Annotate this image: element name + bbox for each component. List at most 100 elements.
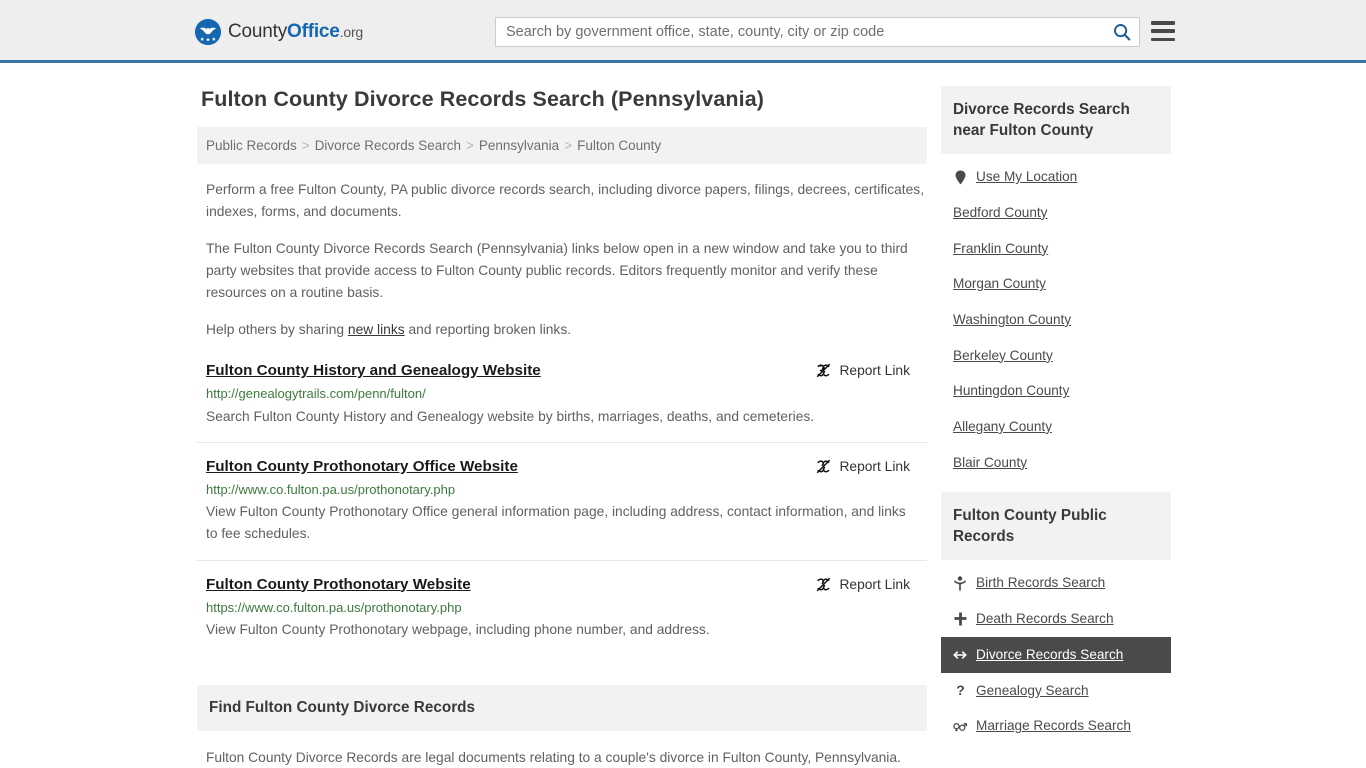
site-logo-text: CountyOffice.org xyxy=(228,21,363,43)
logo-text-county: County xyxy=(228,21,288,42)
link-result-title[interactable]: Fulton County History and Genealogy Webs… xyxy=(206,361,541,382)
sidebar-item-allegany-county[interactable]: Allegany County xyxy=(941,409,1171,445)
sidebar-item-label: Morgan County xyxy=(953,276,1046,292)
intro-paragraph-2: The Fulton County Divorce Records Search… xyxy=(206,240,908,301)
sidebar-item-label: Death Records Search xyxy=(976,611,1114,627)
sidebar-item-label: Washington County xyxy=(953,311,1072,327)
sidebar-item-label: Berkeley County xyxy=(953,347,1053,363)
find-records-section: Find Fulton County Divorce Records Fulto… xyxy=(197,685,927,768)
page-title: Fulton County Divorce Records Search (Pe… xyxy=(201,87,765,111)
sidebar-item-birth-records-search[interactable]: Birth Records Search xyxy=(941,565,1171,601)
link-result-description: View Fulton County Prothonotary Office g… xyxy=(206,504,906,542)
sidebar-item-label: Divorce Records Search xyxy=(976,646,1124,662)
content-container: Fulton County Divorce Records Search (Pe… xyxy=(196,86,1171,768)
public-records-card: Fulton County Public Records Birth Recor… xyxy=(941,492,1171,744)
link-result-item: Fulton County Prothonotary Office Websit… xyxy=(197,457,927,561)
find-records-heading: Find Fulton County Divorce Records xyxy=(197,685,927,732)
link-result-url[interactable]: http://genealogytrails.com/penn/fulton/ xyxy=(206,385,918,403)
sidebar-item-washington-county[interactable]: Washington County xyxy=(941,302,1171,338)
sidebar-item-genealogy-search[interactable]: ? Genealogy Search xyxy=(941,673,1171,709)
sidebar-item-label: Allegany County xyxy=(953,418,1052,434)
sidebar-item-berkeley-county[interactable]: Berkeley County xyxy=(941,338,1171,374)
breadcrumb-separator: > xyxy=(301,137,310,153)
breadcrumb-item-fulton-county[interactable]: Fulton County xyxy=(577,138,661,153)
search-icon xyxy=(1113,23,1131,41)
cross-icon xyxy=(953,612,967,626)
sidebar-item-blair-county[interactable]: Blair County xyxy=(941,445,1171,481)
report-link-button[interactable]: Report Link xyxy=(815,362,918,379)
broken-link-icon xyxy=(815,362,832,379)
sidebar-item-label: Birth Records Search xyxy=(976,575,1106,591)
sidebar-item-label: Use My Location xyxy=(976,169,1078,185)
sidebar-item-death-records-search[interactable]: Death Records Search xyxy=(941,601,1171,637)
breadcrumb-item-pennsylvania[interactable]: Pennsylvania xyxy=(479,138,559,153)
question-mark-icon: ? xyxy=(953,683,967,698)
share-text-after: and reporting broken links. xyxy=(404,321,572,337)
breadcrumb: Public Records > Divorce Records Search > Pe… xyxy=(197,126,927,164)
svg-text:?: ? xyxy=(956,683,965,698)
link-results-list: Fulton County History and Genealogy Webs… xyxy=(197,361,927,655)
breadcrumb-separator: > xyxy=(466,137,474,153)
hamburger-bar xyxy=(1151,29,1175,33)
sidebar-item-label: Bedford County xyxy=(953,204,1048,220)
nearby-searches-card: Divorce Records Search near Fulton Count… xyxy=(941,86,1171,480)
link-result-title[interactable]: Fulton County Prothonotary Website xyxy=(206,575,471,596)
breadcrumb-item-public-records[interactable]: Public Records xyxy=(206,138,297,153)
search-input[interactable] xyxy=(496,18,1105,46)
nearby-searches-list: Use My Location Bedford County Franklin … xyxy=(941,154,1171,480)
report-link-button[interactable]: Report Link xyxy=(815,576,918,593)
sidebar-item-divorce-records-search[interactable]: Divorce Records Search xyxy=(941,636,1171,673)
hamburger-menu-icon[interactable] xyxy=(1151,21,1175,41)
public-records-list: Birth Records Search Death Records Searc… xyxy=(941,560,1171,743)
nearby-searches-heading: Divorce Records Search near Fulton Count… xyxy=(941,86,1171,155)
intro-paragraph-1: Perform a free Fulton County, PA public … xyxy=(206,181,925,220)
link-result-header: Fulton County Prothonotary Office Websit… xyxy=(206,457,918,478)
sidebar-item-label: Genealogy Search xyxy=(976,682,1089,698)
link-result-header: Fulton County History and Genealogy Webs… xyxy=(206,361,918,382)
search-button[interactable] xyxy=(1105,18,1139,46)
broken-link-icon xyxy=(815,576,832,593)
report-link-button[interactable]: Report Link xyxy=(815,458,918,475)
logo-text-org: .org xyxy=(339,24,364,40)
main-column: Fulton County Divorce Records Search (Pe… xyxy=(197,86,927,768)
breadcrumb-separator: > xyxy=(564,137,573,153)
sidebar-item-label: Franklin County xyxy=(953,240,1049,256)
public-records-heading: Fulton County Public Records xyxy=(941,492,1171,561)
sidebar-item-label: Marriage Records Search xyxy=(976,718,1131,734)
link-result-title[interactable]: Fulton County Prothonotary Office Websit… xyxy=(206,457,518,478)
logo-text-office: Office xyxy=(287,21,340,42)
find-records-body: Fulton County Divorce Records are legal … xyxy=(206,750,901,766)
sidebar-item-huntingdon-county[interactable]: Huntingdon County xyxy=(941,373,1171,409)
report-link-label: Report Link xyxy=(839,458,910,474)
page-body: Fulton County Divorce Records Search (Pe… xyxy=(0,63,1366,768)
sidebar-item-franklin-county[interactable]: Franklin County xyxy=(941,231,1171,267)
sidebar-item-use-my-location[interactable]: Use My Location xyxy=(941,159,1171,195)
new-links-link[interactable]: new links xyxy=(348,322,405,337)
hamburger-bar xyxy=(1151,21,1175,25)
sidebar: Divorce Records Search near Fulton Count… xyxy=(941,86,1171,768)
breadcrumb-item-divorce-records-search[interactable]: Divorce Records Search xyxy=(315,138,461,153)
sidebar-item-label: Blair County xyxy=(953,454,1028,470)
baby-icon xyxy=(953,576,967,591)
report-link-label: Report Link xyxy=(839,362,910,378)
sidebar-item-marriage-records-search[interactable]: Marriage Records Search xyxy=(941,708,1171,744)
link-result-url[interactable]: https://www.co.fulton.pa.us/prothonotary… xyxy=(206,599,918,617)
sidebar-item-label: Huntingdon County xyxy=(953,383,1070,399)
sidebar-item-morgan-county[interactable]: Morgan County xyxy=(941,266,1171,302)
hamburger-bar xyxy=(1151,37,1175,41)
sidebar-item-bedford-county[interactable]: Bedford County xyxy=(941,195,1171,231)
link-result-item: Fulton County History and Genealogy Webs… xyxy=(197,361,927,443)
arrows-left-right-icon xyxy=(953,649,967,661)
link-result-description: View Fulton County Prothonotary webpage,… xyxy=(206,622,710,638)
link-result-url[interactable]: http://www.co.fulton.pa.us/prothonotary.… xyxy=(206,481,918,499)
link-result-description: Search Fulton County History and Genealo… xyxy=(206,408,815,424)
link-result-header: Fulton County Prothonotary Website Repor… xyxy=(206,575,918,596)
link-result-item: Fulton County Prothonotary Website Repor… xyxy=(197,575,927,656)
eagle-seal-icon xyxy=(195,19,221,45)
site-header: CountyOffice.org xyxy=(0,0,1366,63)
broken-link-icon xyxy=(815,458,832,475)
map-pin-icon xyxy=(953,170,967,185)
site-logo[interactable]: CountyOffice.org xyxy=(195,19,363,45)
report-link-label: Report Link xyxy=(839,576,910,592)
search-box[interactable] xyxy=(495,17,1140,47)
